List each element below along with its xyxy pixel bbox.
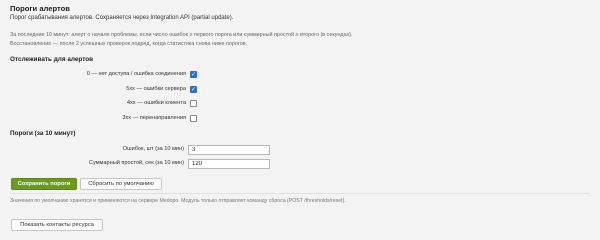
track-item-1-label-wrap: 5xx — ошибки сервера: [10, 84, 186, 94]
reset-defaults-button[interactable]: Сбросить по умолчанию: [80, 178, 162, 190]
track-item-2-label-wrap: 4xx — ошибки клиента: [10, 98, 186, 108]
show-contacts-button[interactable]: Показать контакты ресурса: [11, 219, 103, 231]
thresholds-section-heading: Пороги (за 10 минут): [10, 130, 76, 137]
track-item-3-label-wrap: 3xx — перенаправления: [10, 113, 186, 123]
page-description: За последние 10 минут: алерт о начале пр…: [10, 32, 353, 47]
errors-threshold-label: Ошибок, шт (за 10 мин): [122, 146, 184, 152]
save-thresholds-button[interactable]: Сохранить пороги: [11, 178, 77, 190]
page-subtitle: Порог срабатывания алертов. Сохраняется …: [10, 15, 234, 21]
track-item-label: 3xx — перенаправления: [122, 115, 186, 121]
track-item-0-label-wrap: 0 — нет доступа / ошибка соединения: [10, 69, 186, 79]
alert-thresholds-panel: Пороги алертов Порог срабатывания алерто…: [0, 0, 600, 236]
track-item-label: 4xx — ошибки клиента: [126, 100, 186, 106]
track-item-label: 5xx — ошибки сервера: [126, 86, 186, 92]
downtime-threshold-input[interactable]: [188, 159, 270, 169]
track-item-3-checkbox[interactable]: ✓: [190, 115, 197, 122]
track-item-0-checkbox[interactable]: ✓: [190, 71, 197, 78]
track-section-heading: Отслеживать для алертов: [10, 56, 94, 63]
checkmark-icon: ✓: [190, 70, 197, 78]
reset-note: Значения по умолчанию хранятся и применя…: [10, 198, 346, 204]
track-item-2-checkbox[interactable]: ✓: [190, 100, 197, 107]
checkmark-icon: ✓: [190, 85, 197, 93]
track-item-1-checkbox[interactable]: ✓: [190, 86, 197, 93]
errors-threshold-input[interactable]: [188, 145, 270, 155]
page-title: Пороги алертов: [10, 4, 70, 13]
section-divider: [10, 193, 590, 194]
downtime-threshold-label: Суммарный простой, сек (за 10 мин): [88, 160, 184, 166]
track-item-label: 0 — нет доступа / ошибка соединения: [86, 71, 186, 77]
